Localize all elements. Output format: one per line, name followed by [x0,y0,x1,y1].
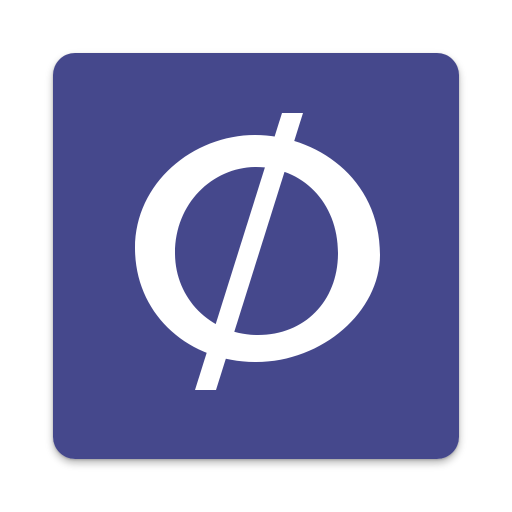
app-icon[interactable] [53,53,459,459]
icon-canvas [0,0,512,512]
phi-icon [53,53,459,459]
